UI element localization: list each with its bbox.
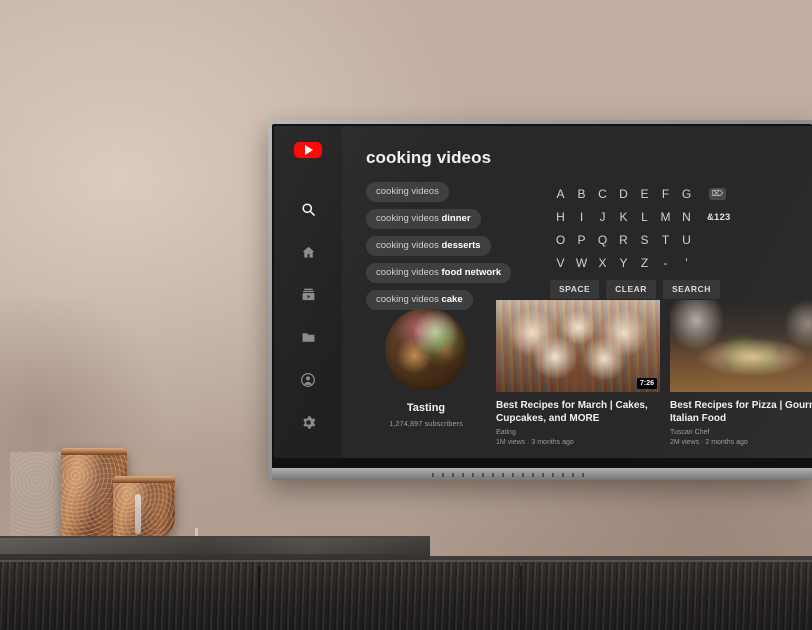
key-L[interactable]: L <box>634 209 655 225</box>
video-title: Best Recipes for Pizza | Gourmet Italian… <box>670 400 812 424</box>
console-top-sheen <box>0 538 430 554</box>
key-G[interactable]: G <box>676 186 697 202</box>
video-meta: 2M views · 2 months ago <box>670 439 748 446</box>
suggestion-base: cooking videos <box>376 213 442 224</box>
suggestion-suffix: food network <box>441 267 502 278</box>
key-U[interactable]: U <box>676 232 697 248</box>
video-thumbnail[interactable]: 7:26 <box>496 300 660 392</box>
video-result-card[interactable]: 7:26 Best Recipes for March | Cakes, Cup… <box>496 300 660 448</box>
key-Q[interactable]: Q <box>592 232 613 248</box>
sidebar-item-subscriptions[interactable] <box>288 278 328 313</box>
key-B[interactable]: B <box>571 186 592 202</box>
play-triangle-icon <box>305 145 313 156</box>
key-symbols[interactable]: &123 <box>707 212 731 223</box>
console-body <box>0 562 812 630</box>
search-button[interactable]: SEARCH <box>662 280 720 299</box>
key-I[interactable]: I <box>571 209 592 225</box>
on-screen-keyboard: A B C D E F G ⌦ H I J K L M N &123 O P Q… <box>550 182 812 310</box>
gear-icon <box>301 415 316 430</box>
suggestion-suffix: dinner <box>441 213 471 224</box>
key-R[interactable]: R <box>613 232 634 248</box>
key-F[interactable]: F <box>655 186 676 202</box>
key-Z[interactable]: Z <box>634 255 655 271</box>
key-X[interactable]: X <box>592 255 613 271</box>
avatar <box>385 308 467 390</box>
youtube-tv-app: cooking videos cooking videos cooking vi… <box>274 126 812 458</box>
key-W[interactable]: W <box>571 255 592 271</box>
suggestion-chip[interactable]: cooking videos food network <box>366 263 512 283</box>
sidebar-rail <box>274 126 342 458</box>
video-channel: Tuscan Chef <box>670 429 710 436</box>
keyboard-row: H I J K L M N &123 <box>550 209 812 225</box>
youtube-logo[interactable] <box>294 142 322 159</box>
key-H[interactable]: H <box>550 209 571 225</box>
sidebar-item-account[interactable] <box>288 363 328 398</box>
key-O[interactable]: O <box>550 232 571 248</box>
key-P[interactable]: P <box>571 232 592 248</box>
folder-icon <box>301 330 316 345</box>
key-A[interactable]: A <box>550 186 571 202</box>
channel-result-card[interactable]: Tasting 1,274,897 subscribers <box>366 300 486 428</box>
suggestion-list: cooking videos cooking videos dinner coo… <box>366 182 526 310</box>
speaker-grille <box>432 473 587 477</box>
home-icon <box>301 245 316 260</box>
keyboard-row: V W X Y Z - ' <box>550 255 812 271</box>
account-icon <box>300 372 316 388</box>
key-C[interactable]: C <box>592 186 613 202</box>
suggestion-chip[interactable]: cooking videos <box>366 182 449 202</box>
console-seam <box>258 566 260 630</box>
sidebar-item-home[interactable] <box>288 235 328 270</box>
search-results: Tasting 1,274,897 subscribers 7:26 Best … <box>366 300 812 448</box>
search-icon <box>301 202 316 217</box>
lantern-rim <box>61 448 127 455</box>
lantern-rim <box>113 476 175 483</box>
key-M[interactable]: M <box>655 209 676 225</box>
key-N[interactable]: N <box>676 209 697 225</box>
suggestion-base: cooking videos <box>376 267 442 278</box>
key-apostrophe[interactable]: ' <box>676 255 697 271</box>
key-hyphen[interactable]: - <box>655 255 676 271</box>
page-title: cooking videos <box>366 148 492 167</box>
video-result-card[interactable]: 3:3 Best Recipes for Pizza | Gourmet Ita… <box>670 300 812 448</box>
keyboard-actions: SPACE CLEAR SEARCH <box>550 280 812 299</box>
suggestion-chip[interactable]: cooking videos desserts <box>366 236 491 256</box>
clear-button[interactable]: CLEAR <box>606 280 656 299</box>
search-panel: cooking videos cooking videos dinner coo… <box>366 182 812 310</box>
suggestion-suffix: desserts <box>441 240 481 251</box>
tv-screen: cooking videos cooking videos cooking vi… <box>274 126 812 458</box>
thumbnail-image-cupcakes <box>496 300 660 392</box>
channel-subscribers: 1,274,897 subscribers <box>389 419 463 428</box>
key-D[interactable]: D <box>613 186 634 202</box>
duration-badge: 7:26 <box>636 378 657 389</box>
sidebar-item-library[interactable] <box>288 320 328 355</box>
backspace-icon[interactable]: ⌦ <box>709 188 726 200</box>
video-thumbnail[interactable]: 3:3 <box>670 300 812 392</box>
key-V[interactable]: V <box>550 255 571 271</box>
key-Y[interactable]: Y <box>613 255 634 271</box>
console-seam <box>520 566 522 630</box>
suggestion-base: cooking videos <box>376 186 439 197</box>
subscriptions-icon <box>301 287 316 302</box>
space-button[interactable]: SPACE <box>550 280 600 299</box>
suggestion-base: cooking videos <box>376 240 442 251</box>
key-E[interactable]: E <box>634 186 655 202</box>
key-T[interactable]: T <box>655 232 676 248</box>
keyboard-row: O P Q R S T U <box>550 232 812 248</box>
sidebar-item-settings[interactable] <box>288 405 328 440</box>
television: cooking videos cooking videos cooking vi… <box>268 120 812 480</box>
video-title: Best Recipes for March | Cakes, Cupcakes… <box>496 400 648 424</box>
suggestion-chip[interactable]: cooking videos dinner <box>366 209 481 229</box>
key-J[interactable]: J <box>592 209 613 225</box>
video-channel: Eating <box>496 429 516 436</box>
tv-bottom-bar <box>272 468 812 480</box>
sidebar-item-search[interactable] <box>288 192 328 227</box>
keyboard-row: A B C D E F G ⌦ <box>550 186 812 202</box>
app-content: cooking videos cooking videos cooking vi… <box>342 126 812 458</box>
channel-name: Tasting <box>406 402 446 414</box>
video-meta: 1M views · 3 months ago <box>496 439 574 446</box>
key-K[interactable]: K <box>613 209 634 225</box>
thumbnail-image-pizza <box>670 300 812 392</box>
key-S[interactable]: S <box>634 232 655 248</box>
